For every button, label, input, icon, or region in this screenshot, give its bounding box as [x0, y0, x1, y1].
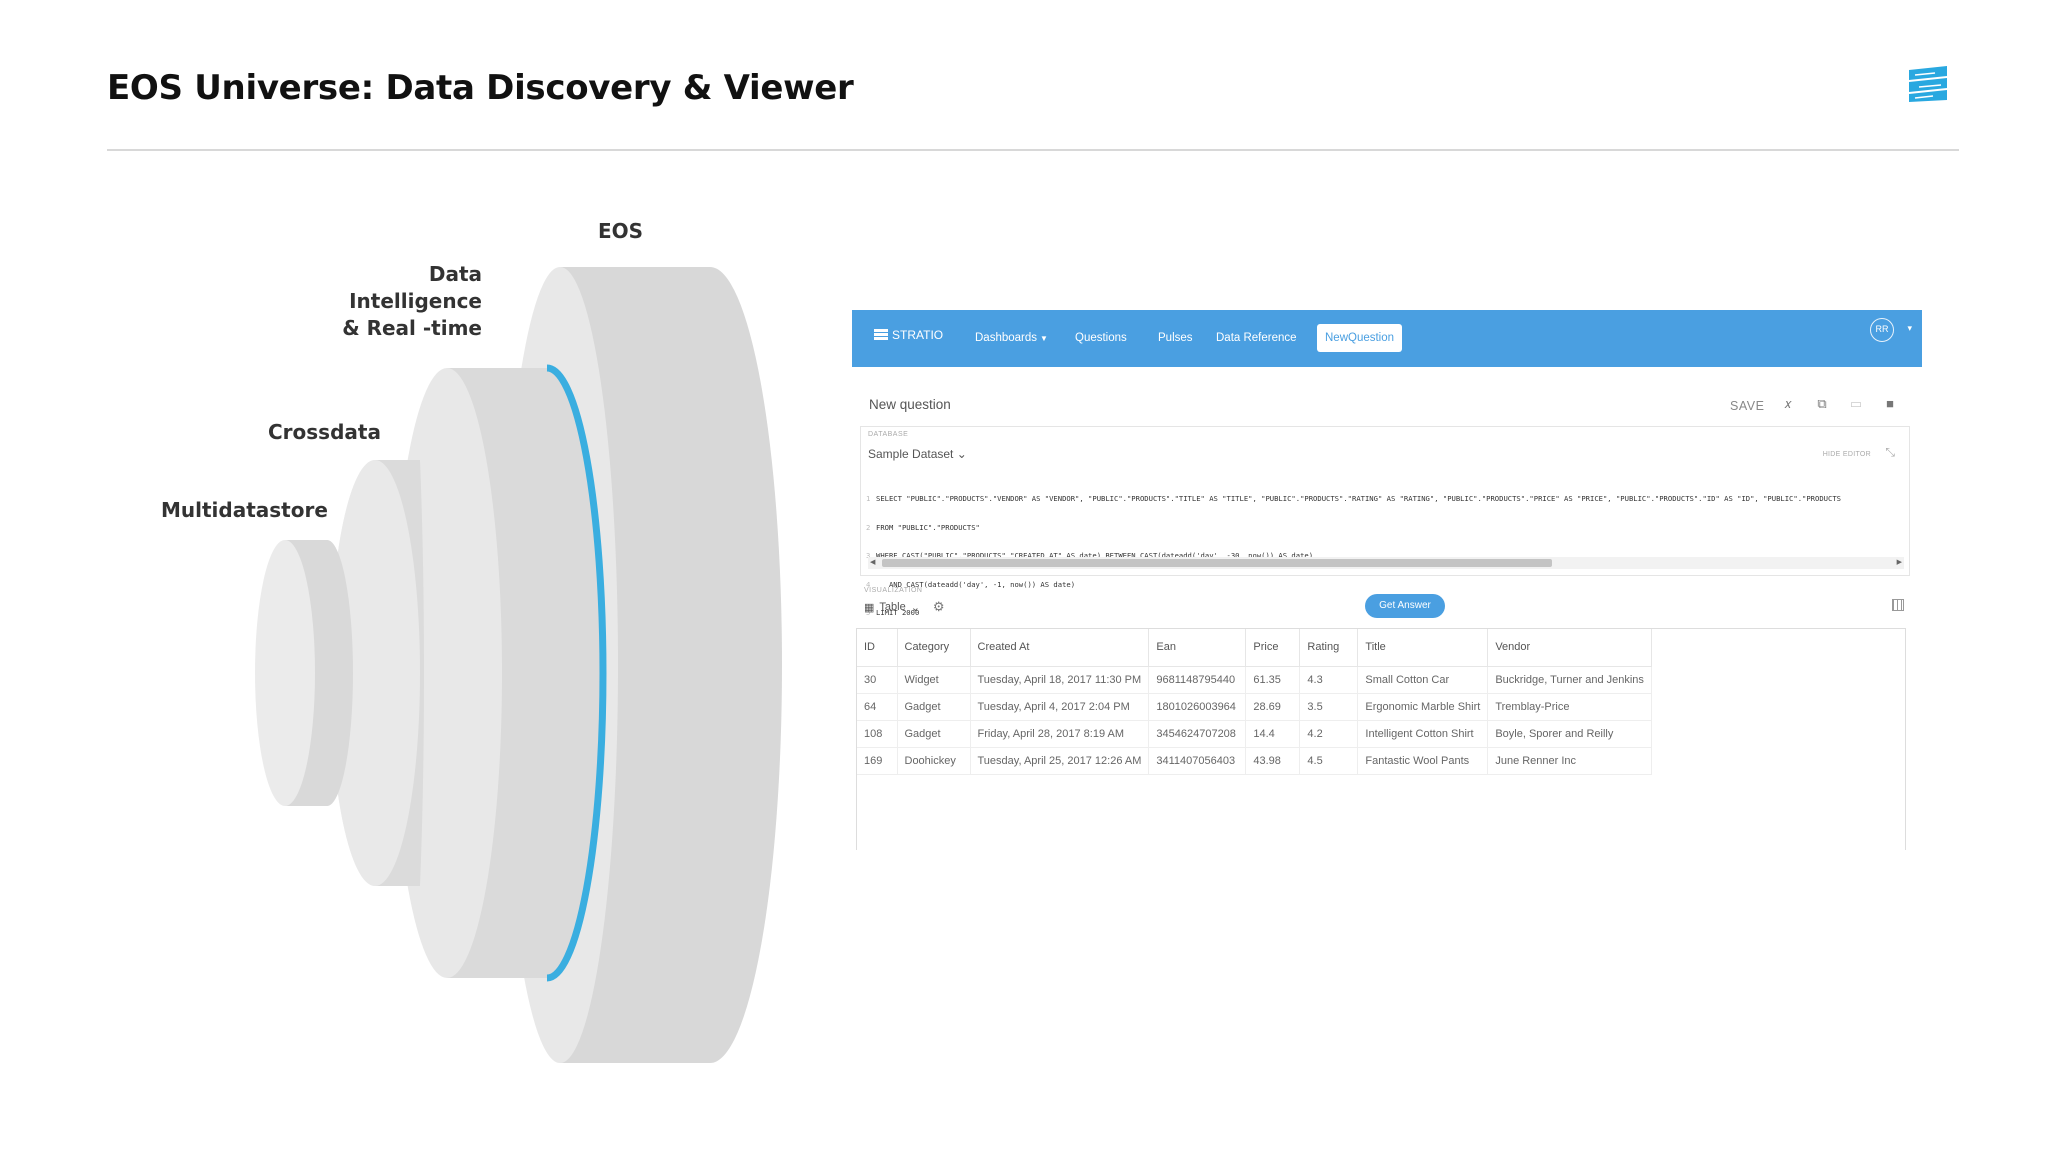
- cell-category: Widget: [897, 666, 971, 694]
- disc-multidatastore: [255, 540, 353, 806]
- sql-editor-panel: DATABASE Sample Dataset ⌄ HIDE EDITOR ⤡ …: [860, 426, 1910, 617]
- cell-category: Doohickey: [897, 747, 971, 775]
- cell-created-at: Tuesday, April 25, 2017 12:26 AM: [970, 747, 1150, 775]
- cell-vendor: Boyle, Sporer and Reilly: [1487, 720, 1652, 748]
- table-icon: ▦: [864, 601, 875, 614]
- cell-price: 61.35: [1245, 666, 1301, 694]
- column-header-created-at[interactable]: Created At: [970, 629, 1150, 667]
- cell-price: 14.4: [1245, 720, 1301, 748]
- avatar-chevron-down-icon[interactable]: ▾: [1907, 323, 1912, 334]
- table-header-row: ID Category Created At Ean Price Rating …: [857, 629, 1652, 667]
- cell-title: Fantastic Wool Pants: [1357, 747, 1489, 775]
- label-eos: EOS: [598, 219, 644, 243]
- nav-brand[interactable]: STRATIO: [874, 328, 943, 342]
- hide-editor-button[interactable]: HIDE EDITOR: [1823, 451, 1871, 458]
- cell-id: 30: [857, 666, 898, 694]
- database-select[interactable]: Sample Dataset ⌄: [868, 447, 967, 461]
- cell-id: 64: [857, 693, 898, 721]
- cell-title: Small Cotton Car: [1357, 666, 1489, 694]
- scroll-left-icon[interactable]: ◀: [870, 557, 875, 569]
- nav-new-question[interactable]: NewQuestion: [1317, 324, 1403, 352]
- sql-line: 1 SELECT "PUBLIC"."PRODUCTS"."VENDOR" AS …: [866, 494, 1841, 503]
- visualization-label: VISUALIZATION: [864, 587, 923, 594]
- column-header-ean[interactable]: Ean: [1148, 629, 1247, 667]
- cell-ean: 3454624707208: [1148, 720, 1247, 748]
- nav-dashboards[interactable]: Dashboards ▼: [967, 324, 1056, 352]
- nav-questions[interactable]: Questions: [1067, 324, 1135, 352]
- get-answer-button[interactable]: Get Answer: [1365, 594, 1445, 618]
- scroll-right-icon[interactable]: ▶: [1897, 557, 1902, 569]
- cell-rating: 4.3: [1299, 666, 1359, 694]
- editor-horizontal-scrollbar[interactable]: ◀ ▶: [868, 557, 1904, 569]
- chevron-down-icon: ▼: [1040, 334, 1048, 343]
- scrollbar-thumb[interactable]: [882, 559, 1552, 567]
- sql-line: 2 FROM "PUBLIC"."PRODUCTS": [866, 522, 980, 532]
- question-title: New question: [869, 397, 951, 412]
- visualization-select[interactable]: ▦ Table ⌄ ⚙: [864, 599, 945, 615]
- collapse-icon[interactable]: ⤡: [1885, 445, 1895, 460]
- label-multidatastore: Multidatastore: [161, 498, 328, 522]
- sql-line: 4 AND CAST(dateadd('day', -1, now()) AS …: [866, 579, 1076, 589]
- eos-layers-diagram: EOS Data Intelligence & Real -time Cross…: [0, 0, 820, 1152]
- column-header-title[interactable]: Title: [1357, 629, 1489, 667]
- grid-view-icon[interactable]: [1892, 599, 1904, 611]
- stratio-logo-icon: [1909, 66, 1947, 102]
- variable-icon[interactable]: 𝑥: [1780, 396, 1796, 412]
- database-label: DATABASE: [868, 431, 909, 438]
- history-icon[interactable]: ▭: [1848, 396, 1864, 412]
- stratio-mark-icon: [874, 329, 888, 341]
- cell-ean: 1801026003964: [1148, 693, 1247, 721]
- cell-vendor: Tremblay-Price: [1487, 693, 1652, 721]
- table-row: 64 Gadget Tuesday, April 4, 2017 2:04 PM…: [857, 693, 1652, 721]
- column-header-id[interactable]: ID: [857, 629, 898, 667]
- label-crossdata: Crossdata: [268, 420, 381, 444]
- table-row: 169 Doohickey Tuesday, April 25, 2017 12…: [857, 747, 1652, 775]
- user-avatar[interactable]: RR: [1870, 318, 1894, 342]
- results-table: ID Category Created At Ean Price Rating …: [857, 629, 1652, 775]
- info-icon[interactable]: ■: [1882, 396, 1898, 412]
- column-header-price[interactable]: Price: [1245, 629, 1301, 667]
- cell-rating: 4.5: [1299, 747, 1359, 775]
- cell-vendor: June Renner Inc: [1487, 747, 1652, 775]
- cell-id: 169: [857, 747, 898, 775]
- results-table-panel: ID Category Created At Ean Price Rating …: [856, 628, 1906, 850]
- save-button[interactable]: SAVE: [1730, 399, 1764, 413]
- table-row: 30 Widget Tuesday, April 18, 2017 11:30 …: [857, 666, 1652, 694]
- layers-svg: [255, 267, 782, 1063]
- nav-pulses[interactable]: Pulses: [1150, 324, 1201, 352]
- app-screenshot: STRATIO Dashboards ▼ Questions Pulses Dat…: [852, 310, 1922, 850]
- top-navbar: STRATIO Dashboards ▼ Questions Pulses Dat…: [852, 310, 1922, 367]
- label-data-intelligence: Data Intelligence & Real -time: [342, 262, 482, 340]
- chevron-down-icon: ⌄: [910, 601, 920, 614]
- table-row: 108 Gadget Friday, April 28, 2017 8:19 A…: [857, 720, 1652, 748]
- cell-ean: 9681148795440: [1148, 666, 1247, 694]
- cell-rating: 4.2: [1299, 720, 1359, 748]
- cell-price: 28.69: [1245, 693, 1301, 721]
- cell-created-at: Friday, April 28, 2017 8:19 AM: [970, 720, 1150, 748]
- cell-rating: 3.5: [1299, 693, 1359, 721]
- column-header-rating[interactable]: Rating: [1299, 629, 1359, 667]
- cell-created-at: Tuesday, April 18, 2017 11:30 PM: [970, 666, 1150, 694]
- gear-icon[interactable]: ⚙: [933, 599, 945, 615]
- add-to-dashboard-icon[interactable]: ⧉: [1814, 396, 1830, 412]
- cell-category: Gadget: [897, 720, 971, 748]
- cell-title: Ergonomic Marble Shirt: [1357, 693, 1489, 721]
- column-header-vendor[interactable]: Vendor: [1487, 629, 1652, 667]
- nav-data-reference[interactable]: Data Reference: [1208, 324, 1305, 352]
- cell-price: 43.98: [1245, 747, 1301, 775]
- chevron-down-icon: ⌄: [956, 447, 967, 461]
- cell-id: 108: [857, 720, 898, 748]
- cell-category: Gadget: [897, 693, 971, 721]
- column-header-category[interactable]: Category: [897, 629, 971, 667]
- cell-title: Intelligent Cotton Shirt: [1357, 720, 1489, 748]
- cell-created-at: Tuesday, April 4, 2017 2:04 PM: [970, 693, 1150, 721]
- cell-vendor: Buckridge, Turner and Jenkins: [1487, 666, 1652, 694]
- cell-ean: 3411407056403: [1148, 747, 1247, 775]
